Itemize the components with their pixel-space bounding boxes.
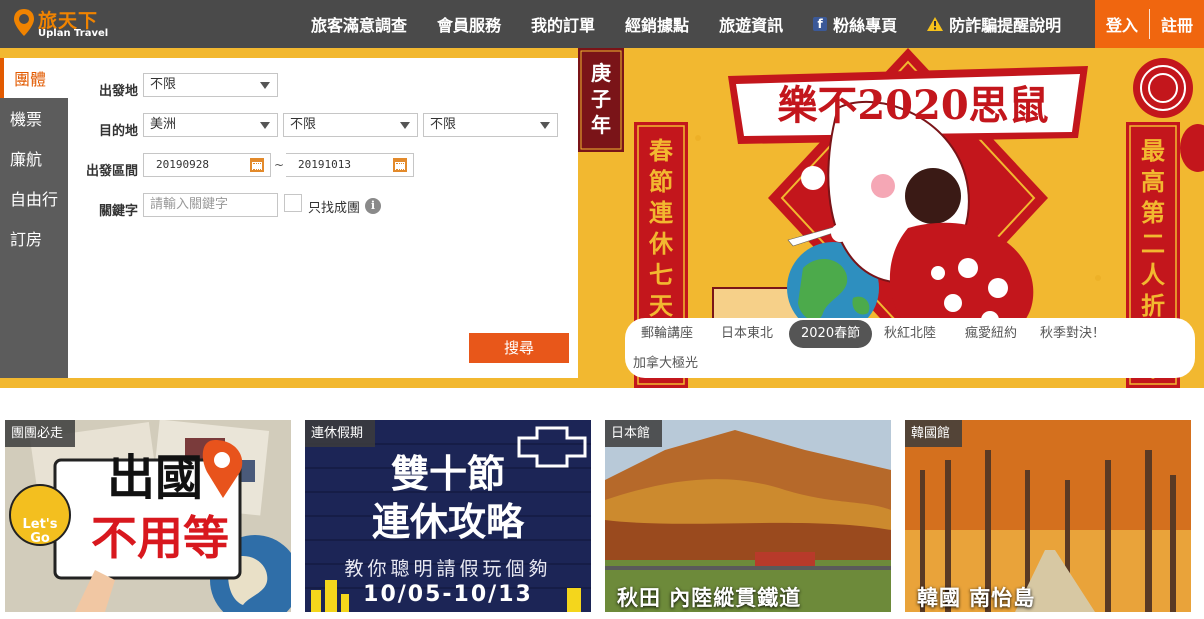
promo-card-long-weekend[interactable]: 連休假期 雙十節 連休攻略 教你聰明請假玩個夠 10/05-10/13	[305, 420, 591, 612]
uplan-travel-logo[interactable]: 旅天下 Uplan Travel	[12, 6, 122, 42]
nav-facebook-fanpage[interactable]: f 粉絲專頁	[813, 12, 897, 36]
nav-member-service[interactable]: 會員服務	[437, 12, 501, 36]
search-category-tabs: 團體 機票 廉航 自由行 訂房	[0, 58, 68, 378]
tag-canada-aurora[interactable]: 加拿大極光	[621, 350, 710, 378]
nav-satisfaction-survey[interactable]: 旅客滿意調查	[311, 12, 407, 36]
destination-region-value: 美洲	[150, 117, 177, 132]
promo-caption: 韓國 南怡島	[917, 586, 1036, 610]
keyword-input[interactable]: 請輸入關鍵字	[143, 193, 278, 217]
date-from-input[interactable]: 20190928	[143, 153, 271, 177]
date-separator: ~	[274, 158, 285, 172]
tab-flights[interactable]: 機票	[0, 98, 68, 138]
register-button[interactable]: 註冊	[1150, 12, 1204, 36]
promo-card-korea[interactable]: 韓國館 韓國 南怡島	[905, 420, 1191, 612]
chevron-down-icon	[400, 122, 410, 129]
banner-tag-strip: 郵輪講座 日本東北 2020春節 秋紅北陸 瘋愛紐約 秋季對決！ 加拿大極光	[625, 318, 1195, 378]
tab-hotel-booking[interactable]: 訂房	[0, 218, 68, 258]
tag-autumn-showdown[interactable]: 秋季對決！	[1028, 320, 1117, 348]
tab-low-cost-airline[interactable]: 廉航	[0, 138, 68, 178]
destination-country-value: 不限	[290, 117, 317, 132]
search-form: 出發地 不限 目的地 美洲 不限 不限 出發區間 20190928 ~ 2019…	[68, 58, 578, 378]
nav-scam-warning[interactable]: 防詐騙提醒說明	[927, 12, 1061, 36]
promo-date-range: 10/05-10/13	[363, 582, 533, 607]
year-char-1: 庚	[591, 61, 611, 85]
banner-year-label: 庚 子 年	[584, 60, 618, 138]
scam-warning-label: 防詐騙提醒說明	[949, 16, 1062, 35]
nav-dealer-locations[interactable]: 經銷據點	[625, 12, 689, 36]
top-navigation-bar: 旅天下 Uplan Travel 旅客滿意調查 會員服務 我的訂單 經銷據點 旅…	[0, 0, 1204, 48]
tag-tohoku-japan[interactable]: 日本東北	[709, 320, 785, 348]
date-to-input[interactable]: 20191013	[286, 153, 414, 177]
only-formed-label: 只找成團	[308, 201, 361, 216]
depart-select[interactable]: 不限	[143, 73, 278, 97]
facebook-icon: f	[813, 17, 828, 31]
tour-search-panel: 團體 機票 廉航 自由行 訂房 出發地 不限 目的地 美洲 不限 不限 出發區間…	[0, 58, 578, 378]
main-nav: 旅客滿意調查 會員服務 我的訂單 經銷據點 旅遊資訊 f 粉絲專頁 防詐騙提醒說…	[296, 0, 1076, 48]
info-icon[interactable]: i	[365, 198, 381, 214]
calendar-icon	[250, 158, 264, 172]
search-button[interactable]: 搜尋	[469, 333, 569, 363]
date-range-label: 出發區間	[85, 164, 138, 179]
only-formed-checkbox[interactable]	[284, 194, 302, 212]
banner-headline: 樂不2020思鼠	[777, 82, 1049, 129]
chevron-down-icon	[260, 122, 270, 129]
depart-select-value: 不限	[150, 77, 177, 92]
chevron-down-icon	[260, 82, 270, 89]
date-to-value: 20191013	[298, 158, 351, 171]
promo-tag-long-weekend: 連休假期	[305, 420, 376, 447]
promo-title-line-2: 不用等	[91, 511, 229, 565]
destination-country-select[interactable]: 不限	[283, 113, 418, 137]
nav-travel-info[interactable]: 旅遊資訊	[719, 12, 783, 36]
calendar-icon	[393, 158, 407, 172]
login-button[interactable]: 登入	[1095, 12, 1149, 36]
auth-buttons: 登入 註冊	[1094, 0, 1204, 48]
promo-tag-japan: 日本館	[605, 420, 663, 447]
promo-card-japan[interactable]: 日本館 秋田 內陸縱貫鐵道	[605, 420, 891, 612]
tag-autumn-hokuriku[interactable]: 秋紅北陸	[872, 320, 948, 348]
tag-cruise-lecture[interactable]: 郵輪講座	[629, 320, 705, 348]
date-from-value: 20190928	[156, 158, 209, 171]
keyword-label: 關鍵字	[98, 204, 138, 219]
tag-crazy-new-york[interactable]: 瘋愛紐約	[953, 320, 1029, 348]
warning-icon	[927, 17, 944, 31]
destination-region-select[interactable]: 美洲	[143, 113, 278, 137]
promo-tag-must-go: 團團必走	[5, 420, 76, 447]
fanpage-label: 粉絲專頁	[833, 16, 898, 35]
destination-label: 目的地	[98, 124, 138, 139]
year-char-3: 年	[591, 113, 611, 137]
depart-label: 出發地	[98, 84, 138, 99]
promo-title-line-1: 雙十節	[390, 452, 505, 496]
nav-my-orders[interactable]: 我的訂單	[531, 12, 595, 36]
tag-2020-spring-festival[interactable]: 2020春節	[789, 320, 873, 348]
tab-free-travel[interactable]: 自由行	[0, 178, 68, 218]
promo-tag-korea: 韓國館	[905, 420, 963, 447]
year-char-2: 子	[591, 87, 611, 111]
destination-city-value: 不限	[430, 117, 457, 132]
promo-title-line-1: 出國	[106, 450, 203, 506]
promo-caption: 秋田 內陸縱貫鐵道	[617, 586, 802, 610]
promo-subtitle: 教你聰明請假玩個夠	[344, 558, 552, 580]
location-pin-logo-icon	[14, 9, 34, 36]
logo-english-name: Uplan Travel	[38, 28, 109, 39]
promo-title-line-2: 連休攻略	[371, 500, 524, 544]
left-couplet: 春節連休七天	[649, 137, 673, 320]
auth-divider	[1148, 9, 1150, 39]
tab-group-tour[interactable]: 團體	[0, 58, 68, 98]
destination-city-select[interactable]: 不限	[423, 113, 558, 137]
promo-card-must-go[interactable]: 團團必走 Let's Go 出國 不用等	[5, 420, 291, 612]
lets-go-badge: Let's Go	[22, 517, 58, 546]
chevron-down-icon	[540, 122, 550, 129]
